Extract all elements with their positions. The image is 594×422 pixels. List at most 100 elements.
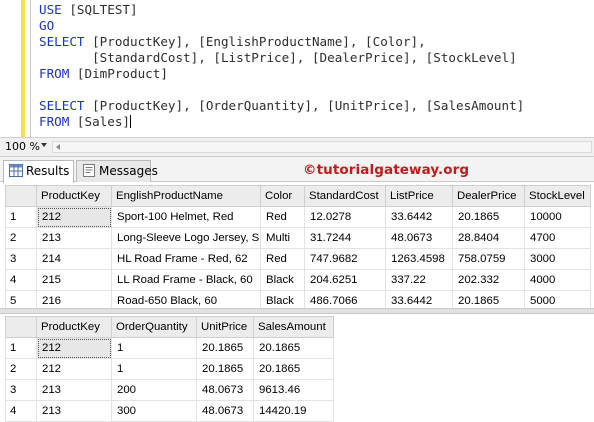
row-number[interactable]: 1: [5, 206, 37, 228]
table-cell[interactable]: 20.1865: [253, 337, 334, 359]
column-header[interactable]: ListPrice: [385, 185, 453, 207]
table-cell[interactable]: 4700: [524, 227, 591, 249]
chevron-down-icon[interactable]: [41, 143, 47, 147]
tab-results[interactable]: Results: [3, 160, 74, 183]
code-keyword: FROM: [39, 114, 70, 129]
table-cell[interactable]: 213: [36, 400, 112, 422]
grid-corner[interactable]: [5, 316, 37, 338]
table-cell[interactable]: 214: [36, 248, 112, 270]
table-cell[interactable]: 48.0673: [196, 400, 254, 422]
results-grid-1: ProductKey EnglishProductName Color Stan…: [5, 185, 594, 312]
table-cell[interactable]: HL Road Frame - Red, 62: [111, 248, 261, 270]
table-cell[interactable]: 20.1865: [196, 337, 254, 359]
column-header[interactable]: UnitPrice: [196, 316, 254, 338]
table-cell[interactable]: 1: [111, 358, 197, 380]
column-header[interactable]: EnglishProductName: [111, 185, 261, 207]
code-keyword: USE: [39, 2, 62, 17]
row-number[interactable]: 4: [5, 400, 37, 422]
column-header[interactable]: Color: [260, 185, 305, 207]
row-number[interactable]: 2: [5, 227, 37, 249]
table-cell[interactable]: 1263.4598: [385, 248, 453, 270]
table-cell[interactable]: 337.22: [385, 269, 453, 291]
column-header[interactable]: ProductKey: [36, 185, 112, 207]
table-cell[interactable]: 202.332: [452, 269, 525, 291]
grid-corner[interactable]: [5, 185, 37, 207]
code-line-1: USE [SQLTEST]: [39, 2, 138, 18]
table-cell[interactable]: 12.0278: [304, 206, 386, 228]
results-grid-2: ProductKey OrderQuantity UnitPrice Sales…: [5, 316, 594, 422]
table-cell[interactable]: 758.0759: [452, 248, 525, 270]
code-keyword: GO: [39, 18, 55, 33]
header-row: ProductKey OrderQuantity UnitPrice Sales…: [5, 316, 334, 338]
table-cell[interactable]: 48.0673: [385, 227, 453, 249]
column-header[interactable]: StockLevel: [524, 185, 591, 207]
column-header[interactable]: DealerPrice: [452, 185, 525, 207]
table-cell[interactable]: 215: [36, 269, 112, 291]
table-row: 4 215 LL Road Frame - Black, 60 Black 20…: [5, 269, 591, 291]
scroll-left-icon[interactable]: [56, 144, 60, 150]
results-table-2: ProductKey OrderQuantity UnitPrice Sales…: [5, 316, 334, 422]
table-cell[interactable]: 213: [36, 379, 112, 401]
table-cell[interactable]: 212: [36, 358, 112, 380]
code-text: [ProductKey], [EnglishProductName], [Col…: [84, 34, 426, 49]
table-cell[interactable]: Long-Sleeve Logo Jersey, S: [111, 227, 261, 249]
table-cell[interactable]: 4000: [524, 269, 591, 291]
table-row: 4 213 300 48.0673 14420.19: [5, 400, 334, 422]
table-cell[interactable]: 1: [111, 337, 197, 359]
table-cell[interactable]: 9613.46: [253, 379, 334, 401]
table-cell[interactable]: 14420.19: [253, 400, 334, 422]
table-cell[interactable]: 20.1865: [253, 358, 334, 380]
table-cell[interactable]: 20.1865: [452, 206, 525, 228]
table-cell[interactable]: 28.8404: [452, 227, 525, 249]
row-number[interactable]: 3: [5, 248, 37, 270]
table-cell[interactable]: 200: [111, 379, 197, 401]
table-cell[interactable]: Multi: [260, 227, 305, 249]
row-number[interactable]: 2: [5, 358, 37, 380]
column-header[interactable]: StandardCost: [304, 185, 386, 207]
messages-icon: [83, 164, 95, 177]
table-cell-selected[interactable]: 212: [36, 206, 112, 228]
table-cell[interactable]: 31.7244: [304, 227, 386, 249]
column-header[interactable]: ProductKey: [36, 316, 112, 338]
table-cell[interactable]: Sport-100 Helmet, Red: [111, 206, 261, 228]
code-line-4: [StandardCost], [ListPrice], [DealerPric…: [39, 50, 517, 66]
code-keyword: SELECT: [39, 98, 85, 113]
tab-messages-label: Messages: [99, 164, 158, 178]
table-cell[interactable]: 10000: [524, 206, 591, 228]
code-text: [SQLTEST]: [61, 2, 138, 17]
table-cell[interactable]: 3000: [524, 248, 591, 270]
table-row: 3 213 200 48.0673 9613.46: [5, 379, 334, 401]
column-header[interactable]: SalesAmount: [253, 316, 334, 338]
table-cell[interactable]: 300: [111, 400, 197, 422]
horizontal-scrollbar[interactable]: [52, 141, 592, 153]
row-number[interactable]: 1: [5, 337, 37, 359]
table-cell[interactable]: 20.1865: [196, 358, 254, 380]
table-cell[interactable]: Black: [260, 269, 305, 291]
code-text: [StandardCost], [ListPrice], [DealerPric…: [39, 50, 517, 65]
watermark-text: ©tutorialgateway.org: [303, 162, 470, 178]
column-header[interactable]: OrderQuantity: [111, 316, 197, 338]
results-table-1: ProductKey EnglishProductName Color Stan…: [5, 185, 591, 312]
zoom-dropdown[interactable]: 100 %: [3, 139, 45, 155]
table-row: 3 214 HL Road Frame - Red, 62 Red 747.96…: [5, 248, 591, 270]
table-cell[interactable]: Red: [260, 206, 305, 228]
table-cell[interactable]: 33.6442: [385, 206, 453, 228]
code-text: [ProductKey], [OrderQuantity], [UnitPric…: [84, 98, 525, 113]
table-cell[interactable]: 48.0673: [196, 379, 254, 401]
row-number[interactable]: 4: [5, 269, 37, 291]
code-line-3: SELECT [ProductKey], [EnglishProductName…: [39, 34, 426, 50]
code-text: [DimProduct]: [69, 66, 168, 81]
row-number[interactable]: 3: [5, 379, 37, 401]
table-cell[interactable]: LL Road Frame - Black, 60: [111, 269, 261, 291]
table-cell[interactable]: 213: [36, 227, 112, 249]
table-row: 1 212 Sport-100 Helmet, Red Red 12.0278 …: [5, 206, 591, 228]
grid-splitter[interactable]: [0, 308, 594, 314]
table-cell[interactable]: 204.6251: [304, 269, 386, 291]
table-row: 1 212 1 20.1865 20.1865: [5, 337, 334, 359]
table-cell-selected[interactable]: 212: [36, 337, 112, 359]
table-cell[interactable]: 747.9682: [304, 248, 386, 270]
table-cell[interactable]: Red: [260, 248, 305, 270]
tab-messages[interactable]: Messages: [76, 160, 158, 182]
outline-margin: [30, 0, 31, 137]
query-editor[interactable]: USE [SQLTEST] GO SELECT [ProductKey], [E…: [0, 0, 594, 137]
